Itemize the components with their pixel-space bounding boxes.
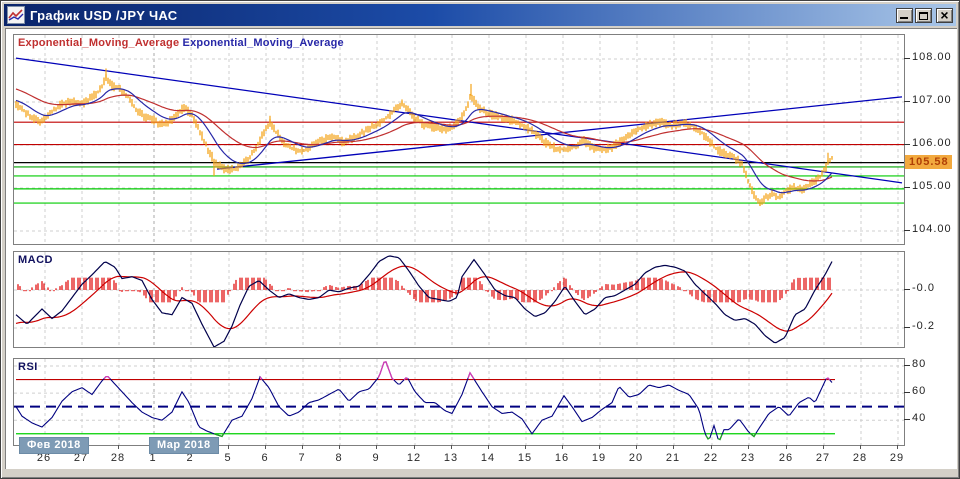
day-label: 19 [586, 452, 612, 464]
day-label: 7 [289, 452, 315, 464]
macd-axis-label: -0.2 [912, 320, 935, 332]
day-label: 9 [363, 452, 389, 464]
minimize-button[interactable] [896, 8, 913, 23]
chart-icon [8, 7, 24, 23]
maximize-button[interactable] [915, 8, 932, 23]
axis-tick [904, 289, 910, 290]
time-axis-tick [786, 445, 787, 449]
axis-tick [904, 187, 910, 188]
time-axis-tick [339, 445, 340, 449]
time-axis-tick [488, 445, 489, 449]
title-bar[interactable]: График USD /JPY ЧАС × [4, 4, 956, 26]
maximize-icon [919, 12, 928, 20]
window-title: График USD /JPY ЧАС [30, 8, 177, 23]
day-label: 28 [847, 452, 873, 464]
price-axis-label: 107.00 [912, 94, 952, 106]
day-label: 27 [810, 452, 836, 464]
price-axis-label: 108.00 [912, 51, 952, 63]
price-axis-label: 106.00 [912, 137, 952, 149]
day-label: 13 [438, 452, 464, 464]
time-axis-tick [302, 445, 303, 449]
time-axis-tick [897, 445, 898, 449]
axis-tick [904, 392, 910, 393]
time-axis-tick [823, 445, 824, 449]
time-axis-tick [228, 445, 229, 449]
time-axis-tick [414, 445, 415, 449]
axis-tick [904, 419, 910, 420]
price-chart-panel[interactable]: Exponential_Moving_Average Exponential_M… [13, 34, 905, 245]
price-axis-label: 104.00 [912, 223, 952, 235]
axis-tick [904, 230, 910, 231]
day-label: 28 [105, 452, 131, 464]
current-price-tag: 105.58 [905, 155, 952, 169]
time-axis-tick [451, 445, 452, 449]
price-axis-label: 105.00 [912, 180, 952, 192]
time-axis-tick [265, 445, 266, 449]
time-axis-tick [636, 445, 637, 449]
month-badge: Мар 2018 [149, 437, 219, 454]
day-label: 5 [215, 452, 241, 464]
axis-tick [904, 144, 910, 145]
window-controls: × [896, 8, 953, 23]
chart-window-icon[interactable] [7, 6, 25, 24]
macd-panel[interactable]: MACD [13, 251, 905, 348]
time-axis-tick [525, 445, 526, 449]
time-axis-tick [748, 445, 749, 449]
rsi-axis-label: 40 [912, 412, 926, 424]
axis-tick [904, 101, 910, 102]
axis-tick [904, 327, 910, 328]
day-label: 16 [549, 452, 575, 464]
rsi-canvas[interactable] [14, 359, 904, 445]
close-icon: × [937, 7, 952, 24]
time-axis-tick [599, 445, 600, 449]
month-badge: Фев 2018 [19, 437, 89, 454]
day-label: 20 [623, 452, 649, 464]
day-label: 6 [252, 452, 278, 464]
minimize-icon [900, 17, 908, 19]
day-label: 23 [735, 452, 761, 464]
close-button[interactable]: × [936, 8, 953, 23]
time-axis-tick [562, 445, 563, 449]
time-axis-tick [118, 445, 119, 449]
day-label: 15 [512, 452, 538, 464]
time-axis-tick [860, 445, 861, 449]
day-label: 21 [660, 452, 686, 464]
day-label: 29 [884, 452, 910, 464]
time-axis-tick [673, 445, 674, 449]
rsi-panel[interactable]: RSI [13, 358, 905, 446]
rsi-axis-label: 80 [912, 358, 926, 370]
macd-axis-label: -0.0 [912, 282, 935, 294]
day-label: 22 [698, 452, 724, 464]
day-label: 26 [773, 452, 799, 464]
time-axis-tick [376, 445, 377, 449]
day-label: 12 [401, 452, 427, 464]
rsi-axis-label: 60 [912, 385, 926, 397]
time-axis-tick [711, 445, 712, 449]
chart-window: График USD /JPY ЧАС × Exponential_Moving… [0, 0, 960, 479]
price-chart-canvas[interactable] [14, 35, 904, 244]
day-label: 14 [475, 452, 501, 464]
axis-tick [904, 365, 910, 366]
day-label: 8 [326, 452, 352, 464]
axis-tick [904, 58, 910, 59]
macd-canvas[interactable] [14, 252, 904, 347]
